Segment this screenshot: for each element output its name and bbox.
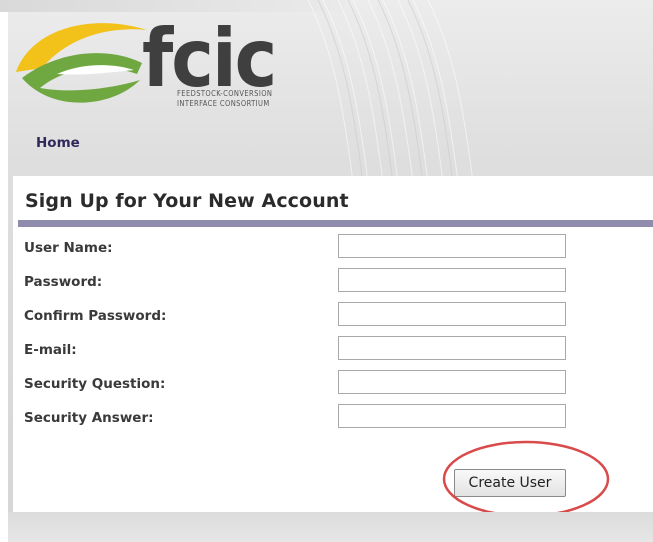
security-answer-input[interactable]: [338, 404, 566, 428]
create-user-button[interactable]: Create User: [454, 469, 566, 497]
signup-form-panel: Sign Up for Your New Account User Name: …: [13, 176, 653, 518]
password-label: Password:: [24, 274, 103, 290]
security-answer-row: Security Answer:: [13, 404, 653, 432]
confirm-password-input[interactable]: [338, 302, 566, 326]
email-row: E-mail:: [13, 336, 653, 364]
user-name-row: User Name:: [13, 234, 653, 262]
confirm-password-label: Confirm Password:: [24, 308, 167, 324]
signup-page: fcic Feedstock-Conversion Interface Cons…: [0, 0, 653, 542]
password-input[interactable]: [338, 268, 566, 292]
security-question-label: Security Question:: [24, 376, 166, 392]
confirm-password-row: Confirm Password:: [13, 302, 653, 330]
page-title: Sign Up for Your New Account: [25, 190, 349, 212]
security-question-row: Security Question:: [13, 370, 653, 398]
logo-subtitle-line2: Interface Consortium: [177, 99, 270, 108]
logo-subtitle-line1: Feedstock-Conversion: [177, 89, 273, 98]
security-question-input[interactable]: [338, 370, 566, 394]
user-name-input[interactable]: [338, 234, 566, 258]
title-divider: [18, 220, 653, 227]
logo-subtitle: Feedstock-Conversion Interface Consortiu…: [177, 89, 317, 109]
password-row: Password:: [13, 268, 653, 296]
email-label: E-mail:: [24, 342, 77, 358]
email-input[interactable]: [338, 336, 566, 360]
security-answer-label: Security Answer:: [24, 410, 154, 426]
home-link[interactable]: Home: [36, 135, 80, 151]
bottom-strip: [8, 512, 653, 542]
user-name-label: User Name:: [24, 240, 113, 256]
